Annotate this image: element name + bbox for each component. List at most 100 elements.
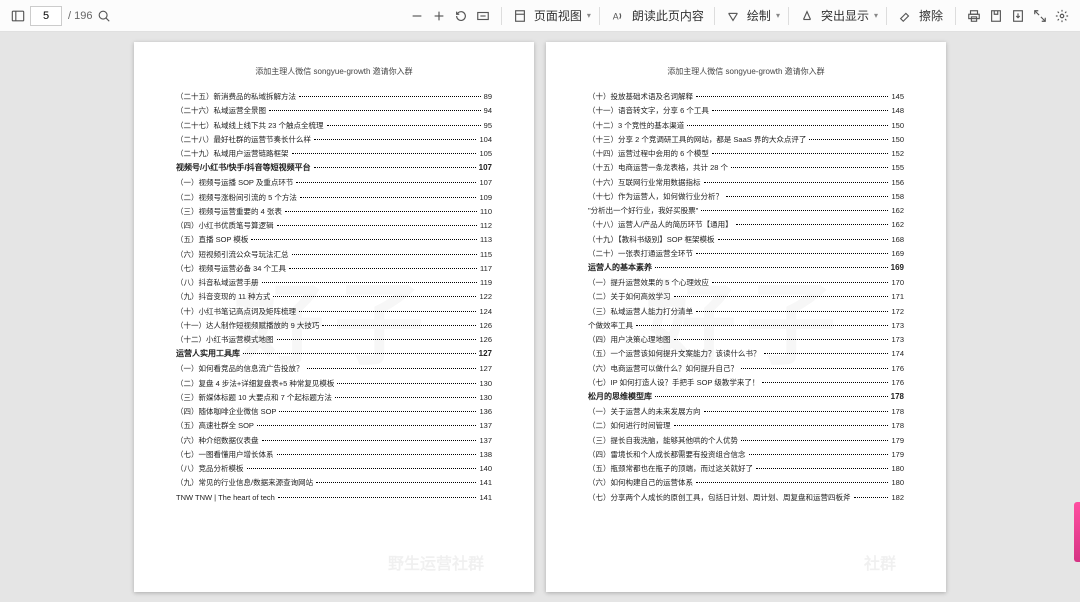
toc-title: （十一）达人制作短视频赋播放的 9 大技巧 bbox=[176, 320, 319, 331]
read-aloud-icon[interactable]: A bbox=[608, 6, 628, 26]
toc-entry[interactable]: 视频号/小红书/快手/抖音等短视频平台107 bbox=[176, 162, 492, 174]
toc-leader-dots bbox=[756, 468, 888, 469]
toc-entry[interactable]: （六）如何构建自己的运营体系180 bbox=[588, 477, 904, 488]
toc-entry[interactable]: （十六）互联网行业常用数据指标156 bbox=[588, 177, 904, 188]
toc-entry[interactable]: （七）视频号运营必备 34 个工具117 bbox=[176, 263, 492, 274]
toc-entry[interactable]: （十）投放基础术语及名词解释145 bbox=[588, 91, 904, 102]
page-view-button[interactable]: 页面视图 bbox=[534, 7, 582, 24]
sidebar-toggle-icon[interactable] bbox=[8, 6, 28, 26]
side-tab-handle[interactable] bbox=[1074, 502, 1080, 562]
toc-entry[interactable]: （二）视频号涨粉间引流的 5 个方法 109 bbox=[176, 192, 492, 203]
toc-entry[interactable]: （三）提长自我洗脑，能够其他哄的个人优势179 bbox=[588, 435, 904, 446]
toc-entry[interactable]: TNW TNW | The heart of tech141 bbox=[176, 492, 492, 503]
toc-entry[interactable]: （七）分享两个人成长的原创工具，包括日计划、周计划、周复盘和运营四板斧182 bbox=[588, 492, 904, 503]
toc-entry[interactable]: （十二）3 个竞性的基本渠道150 bbox=[588, 120, 904, 131]
toc-title: （四）用户决策心理地图 bbox=[588, 334, 671, 345]
toc-title: 运营人实用工具库 bbox=[176, 348, 240, 360]
toc-entry[interactable]: （一）视频号运播 SOP 及重点环节107 bbox=[176, 177, 492, 188]
toc-entry[interactable]: （二十七）私域线上线下共 23 个触点全梳理95 bbox=[176, 120, 492, 131]
toc-entry[interactable]: （一）如何看竞品的信息流广告投放？127 bbox=[176, 363, 492, 374]
save-icon[interactable] bbox=[986, 6, 1006, 26]
search-icon[interactable] bbox=[94, 6, 114, 26]
fit-width-icon[interactable] bbox=[473, 6, 493, 26]
toc-leader-dots bbox=[704, 182, 889, 183]
highlight-icon[interactable] bbox=[797, 6, 817, 26]
toc-entry[interactable]: （十一）达人制作短视频赋播放的 9 大技巧126 bbox=[176, 320, 492, 331]
draw-button[interactable]: 绘制 bbox=[747, 7, 771, 24]
toc-page-number: 171 bbox=[891, 291, 904, 302]
toc-entry[interactable]: （六）种介绍数据仪表盘137 bbox=[176, 435, 492, 446]
toc-entry[interactable]: （五）一个运营该如何提升文案能力？该读什么书？174 bbox=[588, 348, 904, 359]
toc-entry[interactable]: （十五）电商运营一条龙表格，共计 28 个155 bbox=[588, 162, 904, 173]
toc-entry[interactable]: （六）短视频引流公众号玩法汇总115 bbox=[176, 249, 492, 260]
toc-entry[interactable]: 松月的思维模型库178 bbox=[588, 391, 904, 403]
zoom-in-icon[interactable] bbox=[429, 6, 449, 26]
toc-entry[interactable]: （十二）小红书运营模式地图126 bbox=[176, 334, 492, 345]
toc-entry[interactable]: （四）雷境长和个人成长都需要有投资组合信念179 bbox=[588, 449, 904, 460]
toc-entry[interactable]: （八）竞品分析模板140 bbox=[176, 463, 492, 474]
toc-title: 松月的思维模型库 bbox=[588, 391, 652, 403]
toc-entry[interactable]: （四）小红书优质笔号算逻辑112 bbox=[176, 220, 492, 231]
highlight-button[interactable]: 突出显示 bbox=[821, 7, 869, 24]
toc-leader-dots bbox=[696, 482, 888, 483]
toc-leader-dots bbox=[736, 224, 889, 225]
draw-icon[interactable] bbox=[723, 6, 743, 26]
toc-entry[interactable]: （十八）运营人/产品人的简历环节【通用】162 bbox=[588, 219, 904, 230]
toc-entry[interactable]: （二）关于如何高效学习171 bbox=[588, 291, 904, 302]
toc-entry[interactable]: 运营人实用工具库127 bbox=[176, 348, 492, 360]
toc-entry[interactable]: （七）IP 如何打造人设？手把手 SOP 级教学来了！176 bbox=[588, 377, 904, 388]
toc-entry[interactable]: （二十）一张表打通运营全环节169 bbox=[588, 248, 904, 259]
toc-entry[interactable]: （一）关于运营人的未来发展方向178 bbox=[588, 406, 904, 417]
fullscreen-icon[interactable] bbox=[1030, 6, 1050, 26]
toc-entry[interactable]: （九）抖音变现的 11 种方式122 bbox=[176, 291, 492, 302]
toc-entry[interactable]: 运营人的基本素养169 bbox=[588, 262, 904, 274]
toc-entry[interactable]: 个做效率工具173 bbox=[588, 320, 904, 331]
toc-entry[interactable]: （八）抖音私域运营手册119 bbox=[176, 277, 492, 288]
toc-entry[interactable]: （一）提升运营效果的 5 个心理效应170 bbox=[588, 277, 904, 288]
toc-entry[interactable]: （二）复盘 4 步法+详细复盘表+5 种常复见模板130 bbox=[176, 378, 492, 389]
toc-entry[interactable]: （十）小红书笔记高点词及矩阵梳理124 bbox=[176, 306, 492, 317]
toc-entry[interactable]: （二十六）私域运营全景图94 bbox=[176, 105, 492, 116]
toc-leader-dots bbox=[299, 96, 481, 97]
toc-page-number: 176 bbox=[891, 377, 904, 388]
toc-entry[interactable]: （三）视频号运营重要的 4 张表110 bbox=[176, 206, 492, 217]
toc-entry[interactable]: （六）电商运营可以做什么？如何提升自己？176 bbox=[588, 363, 904, 374]
toc-entry[interactable]: （四）随体咖啡企业微信 SOP136 bbox=[176, 406, 492, 417]
toc-title: TNW TNW | The heart of tech bbox=[176, 492, 275, 503]
toc-entry[interactable]: （三）私域运营人能力打分清单172 bbox=[588, 306, 904, 317]
pdf-viewer[interactable]: 好子 添加主理人微信 songyue-growth 邀请你入群 （二十五）新消费… bbox=[0, 32, 1080, 602]
toc-page-number: 109 bbox=[479, 192, 492, 203]
toc-title: （二十五）新消费品的私域拆解方法 bbox=[176, 91, 296, 102]
toc-title: （十八）运营人/产品人的简历环节【通用】 bbox=[588, 219, 733, 230]
save-as-icon[interactable] bbox=[1008, 6, 1028, 26]
toc-entry[interactable]: （四）用户决策心理地图173 bbox=[588, 334, 904, 345]
toc-entry[interactable]: （三）新媒体标题 10 大要点和 7 个起标题方法130 bbox=[176, 392, 492, 403]
toc-entry[interactable]: （九）常见的行业信息/数据来源查询网站141 bbox=[176, 477, 492, 488]
toc-entry[interactable]: （五）高速社群全 SOP137 bbox=[176, 420, 492, 431]
settings-icon[interactable] bbox=[1052, 6, 1072, 26]
toc-entry[interactable]: （七）一图看懂用户增长体系138 bbox=[176, 449, 492, 460]
toc-entry[interactable]: （十一）语音转文字，分享 6 个工具148 bbox=[588, 105, 904, 116]
toc-entry[interactable]: （十三）分享 2 个竞调研工具的网站，都是 SaaS 界的大众点评了150 bbox=[588, 134, 904, 145]
rotate-icon[interactable] bbox=[451, 6, 471, 26]
toc-entry[interactable]: （十七）作为运营人，如何做行业分析？158 bbox=[588, 191, 904, 202]
read-aloud-button[interactable]: 朗读此页内容 bbox=[632, 7, 704, 24]
toc-entry[interactable]: （二）如何进行时间管理178 bbox=[588, 420, 904, 431]
toc-entry[interactable]: （十四）运营过程中会用的 6 个模型152 bbox=[588, 148, 904, 159]
page-number-input[interactable] bbox=[30, 6, 62, 26]
print-icon[interactable] bbox=[964, 6, 984, 26]
erase-icon[interactable] bbox=[895, 6, 915, 26]
toc-entry[interactable]: （二十八）最好社群的运营节奏长什么样104 bbox=[176, 134, 492, 145]
toc-entry[interactable]: （五）瓶颈常都也在瓶子的顶端，而过这关就好了180 bbox=[588, 463, 904, 474]
page-view-icon[interactable] bbox=[510, 6, 530, 26]
toc-entry[interactable]: （十九）【教科书级别】SOP 框架模板168 bbox=[588, 234, 904, 245]
erase-button[interactable]: 擦除 bbox=[919, 7, 943, 24]
zoom-out-icon[interactable] bbox=[407, 6, 427, 26]
toc-title: （二）视频号涨粉间引流的 5 个方法 bbox=[176, 192, 297, 203]
toc-leader-dots bbox=[674, 296, 889, 297]
toc-entry[interactable]: "分析出一个好行业，我好买股票"162 bbox=[588, 205, 904, 216]
toc-leader-dots bbox=[262, 440, 477, 441]
toc-entry[interactable]: （二十九）私域用户运营链路框架105 bbox=[176, 148, 492, 159]
toc-entry[interactable]: （二十五）新消费品的私域拆解方法89 bbox=[176, 91, 492, 102]
toc-entry[interactable]: （五）直播 SOP 模板113 bbox=[176, 234, 492, 245]
